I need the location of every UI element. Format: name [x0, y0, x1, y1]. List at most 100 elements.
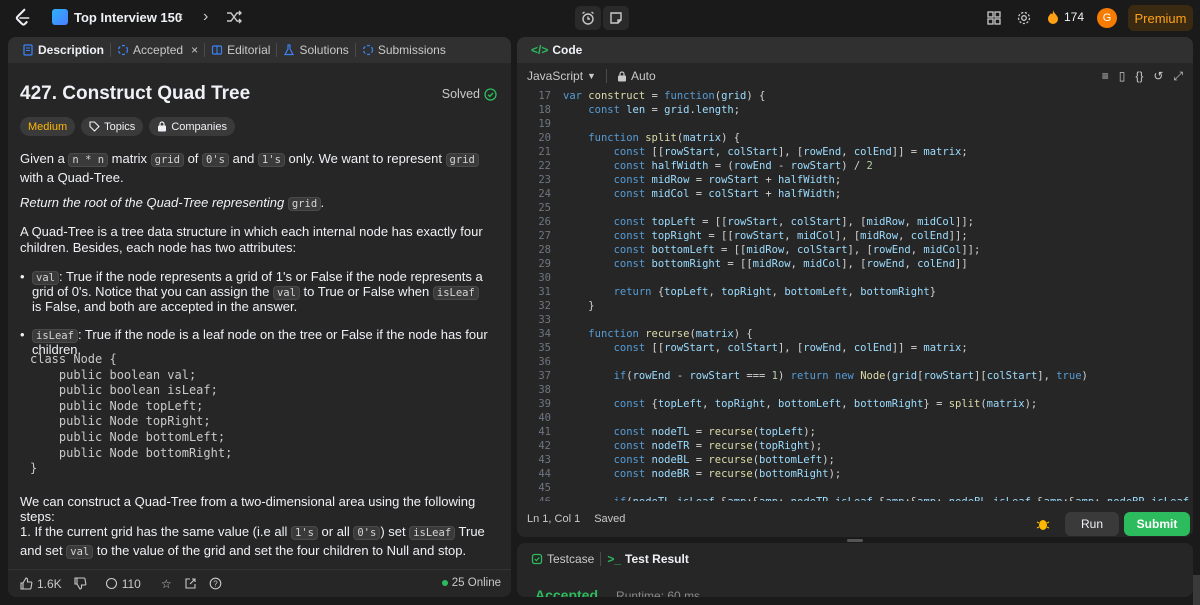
tab-testcase[interactable]: Testcase — [525, 552, 600, 566]
flask-icon — [284, 44, 295, 56]
code-text: if(rowEnd - rowStart === 1) return new N… — [613, 370, 1088, 382]
line-number: 34 — [538, 328, 551, 340]
format-icon[interactable]: ≡ — [1102, 69, 1109, 84]
like-button[interactable]: 1.6K — [20, 577, 62, 591]
line-number: 19 — [538, 118, 551, 130]
step-item: 1. If the current grid has the same valu… — [20, 524, 485, 559]
language-select[interactable]: JavaScript ▼ — [527, 69, 596, 83]
difficulty-badge[interactable]: Medium — [20, 117, 76, 136]
share-icon[interactable] — [184, 577, 197, 590]
test-panel: Testcase >_ Test Result Accepted Runtime… — [517, 543, 1193, 597]
study-plan-icon[interactable] — [52, 9, 68, 25]
streak-counter[interactable]: 174 — [1046, 9, 1084, 25]
lock-icon — [158, 121, 167, 132]
study-plan-title[interactable]: Top Interview 150 — [74, 10, 182, 25]
code-text: var construct = function(grid) { — [563, 90, 766, 102]
like-count: 1.6K — [37, 576, 62, 591]
code-editor[interactable]: 17 var construct = function(grid) {18 con… — [517, 89, 1193, 501]
result-summary: Accepted Runtime: 60 ms — [535, 587, 700, 597]
shuffle-icon[interactable] — [226, 9, 242, 25]
star-icon[interactable]: ☆ — [161, 577, 172, 591]
loading-spinner-icon — [117, 44, 129, 56]
cursor-position: Ln 1, Col 1 — [527, 513, 581, 525]
comments-button[interactable]: 110 — [105, 577, 141, 591]
code-text: const topRight = [[rowStart, midCol], [m… — [613, 230, 968, 242]
premium-button[interactable]: Premium — [1128, 5, 1193, 31]
comment-count: 110 — [121, 576, 141, 591]
line-number: 41 — [538, 426, 551, 438]
terminal-icon: >_ — [607, 552, 622, 566]
code-text: const bottomRight = [[midRow, midCol], [… — [613, 258, 968, 270]
auto-mode-toggle[interactable]: Auto — [617, 69, 656, 83]
close-tab-icon[interactable]: × — [191, 43, 198, 57]
prev-problem-chevron-left-icon[interactable]: ‹ — [178, 8, 183, 26]
line-number: 32 — [538, 300, 551, 312]
braces-icon[interactable]: {} — [1135, 69, 1143, 84]
note-icon — [610, 12, 622, 24]
check-circle-icon — [484, 87, 497, 101]
companies-tag[interactable]: Companies — [149, 117, 235, 136]
code-text: const len = grid.length; — [588, 104, 741, 116]
user-avatar[interactable]: G — [1097, 8, 1117, 28]
top-bar: Top Interview 150 ‹ › 174 G Premium — [0, 0, 1200, 36]
line-number: 21 — [538, 146, 551, 158]
online-count: 25 Online — [441, 577, 501, 589]
tab-editorial[interactable]: Editorial — [205, 43, 276, 57]
run-button[interactable]: Run — [1065, 512, 1119, 536]
code-text: const nodeBL = recurse(bottomLeft); — [613, 454, 835, 466]
code-text: const {topLeft, topRight, bottomLeft, bo… — [613, 398, 1038, 410]
debug-bug-icon[interactable] — [1035, 516, 1051, 532]
leetcode-logo-icon[interactable] — [12, 7, 34, 29]
line-number: 23 — [538, 174, 551, 186]
layout-grid-icon[interactable] — [986, 10, 1002, 26]
tab-submissions[interactable]: Submissions — [356, 43, 452, 57]
chevron-down-icon: ▼ — [587, 71, 596, 81]
editor-toolbar: JavaScript ▼ Auto ≡ ▯ {} ↺ ⤢ — [517, 63, 1193, 89]
next-problem-chevron-right-icon[interactable]: › — [203, 8, 208, 26]
description-paragraph: We can construct a Quad-Tree from a two-… — [20, 494, 476, 524]
list-item: val: True if the node represents a grid … — [20, 269, 490, 314]
document-icon — [23, 44, 33, 56]
line-number: 26 — [538, 216, 551, 228]
line-number: 45 — [538, 482, 551, 494]
fire-icon — [1048, 10, 1058, 24]
thumbs-down-icon[interactable] — [74, 577, 87, 590]
expand-icon[interactable]: ⤢ — [1173, 69, 1183, 84]
line-number: 28 — [538, 244, 551, 256]
code-text: function split(matrix) { — [588, 132, 741, 144]
timer-button[interactable] — [575, 6, 601, 30]
line-number: 27 — [538, 230, 551, 242]
history-icon — [362, 44, 373, 56]
code-text: const topLeft = [[rowStart, colStart], [… — [613, 216, 974, 228]
resize-handle[interactable] — [847, 539, 863, 542]
lock-icon — [617, 70, 626, 81]
line-number: 38 — [538, 384, 551, 396]
line-number: 44 — [538, 468, 551, 480]
code-text: const nodeTL = recurse(topLeft); — [613, 426, 816, 438]
line-number: 37 — [538, 370, 551, 382]
settings-gear-icon[interactable] — [1016, 10, 1032, 26]
test-tab-bar: Testcase >_ Test Result — [517, 543, 1193, 575]
code-text: const [[rowStart, colStart], [rowEnd, co… — [613, 342, 968, 354]
line-number: 18 — [538, 104, 551, 116]
notes-button[interactable] — [603, 6, 629, 30]
topics-tag[interactable]: Topics — [81, 117, 144, 136]
tab-test-result[interactable]: >_ Test Result — [601, 552, 694, 566]
submit-button[interactable]: Submit — [1124, 512, 1190, 536]
line-number: 25 — [538, 202, 551, 214]
checkbox-icon — [531, 553, 543, 565]
tab-code[interactable]: </> Code — [525, 43, 588, 57]
scrollbar[interactable] — [1193, 575, 1200, 605]
tab-description[interactable]: Description — [16, 43, 110, 57]
line-number: 39 — [538, 398, 551, 410]
reset-icon[interactable]: ↺ — [1153, 69, 1163, 84]
help-icon[interactable]: ? — [209, 577, 222, 590]
tab-accepted[interactable]: Accepted × — [111, 43, 204, 57]
code-text: const midRow = rowStart + halfWidth; — [613, 174, 842, 186]
save-status: Saved — [594, 513, 626, 525]
bookmark-icon[interactable]: ▯ — [1119, 69, 1126, 84]
line-number: 30 — [538, 272, 551, 284]
tab-solutions[interactable]: Solutions — [277, 43, 354, 57]
comment-icon — [105, 577, 117, 590]
code-text: } — [563, 300, 595, 312]
